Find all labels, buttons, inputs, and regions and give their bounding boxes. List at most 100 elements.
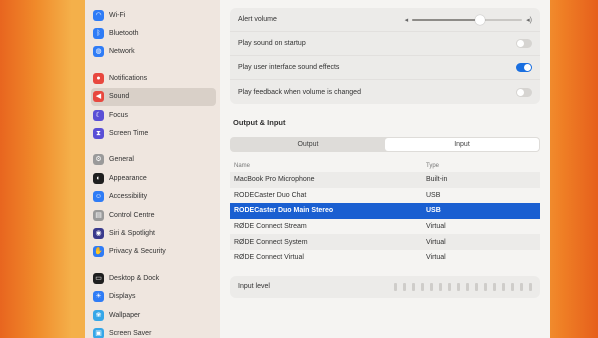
sidebar-item-accessibility[interactable]: ☺ Accessibility bbox=[91, 188, 216, 206]
feedback-row: Play feedback when volume is changed bbox=[230, 80, 540, 104]
device-type: Virtual bbox=[426, 223, 446, 231]
sidebar-item-general[interactable]: ⚙ General bbox=[91, 151, 216, 169]
sidebar-item-label: Wi-Fi bbox=[109, 11, 126, 19]
input-level-meter bbox=[394, 282, 532, 291]
sidebar-item-label: Accessibility bbox=[109, 193, 148, 201]
sidebar-item-label: Control Centre bbox=[109, 211, 155, 219]
play-startup-row: Play sound on startup bbox=[230, 32, 540, 56]
input-level-segment bbox=[448, 282, 451, 291]
accessibility-icon: ☺ bbox=[93, 191, 104, 203]
sidebar-item-label: Focus bbox=[109, 111, 129, 119]
sidebar-item-privacy-security[interactable]: ✋ Privacy & Security bbox=[91, 243, 216, 261]
wifi-icon: ◠ bbox=[93, 9, 104, 21]
sidebar-item-focus[interactable]: ☾ Focus bbox=[91, 106, 216, 124]
gear-icon: ⚙ bbox=[93, 154, 104, 166]
siri-icon: ◉ bbox=[93, 227, 104, 239]
sidebar-item-label: Privacy & Security bbox=[109, 248, 166, 256]
tab-input[interactable]: Input bbox=[385, 138, 539, 151]
device-name: RØDE Connect Virtual bbox=[234, 254, 304, 262]
alert-volume-knob[interactable] bbox=[475, 14, 486, 25]
sidebar-item-wi-fi[interactable]: ◠ Wi-Fi bbox=[91, 6, 216, 24]
table-row[interactable]: RODECaster Duo Main Stereo USB bbox=[230, 203, 540, 219]
alert-volume-row: Alert volume ◂ ◂) bbox=[230, 8, 540, 32]
sidebar: ◠ Wi-Fi ᛒ Bluetooth ◍ Network ● Notifications ◀ S… bbox=[85, 0, 220, 338]
focus-icon: ☾ bbox=[93, 109, 104, 121]
sidebar-item-label: Screen Time bbox=[109, 130, 149, 138]
sidebar-item-label: Wallpaper bbox=[109, 311, 141, 319]
sidebar-item-label: Network bbox=[109, 48, 135, 56]
ui-effects-row: Play user interface sound effects bbox=[230, 56, 540, 80]
feedback-toggle[interactable] bbox=[516, 87, 532, 97]
col-type-header[interactable]: Type bbox=[426, 163, 540, 169]
device-name: MacBook Pro Microphone bbox=[234, 176, 315, 184]
sidebar-item-control-centre[interactable]: ▤ Control Centre bbox=[91, 206, 216, 224]
input-level-segment bbox=[484, 282, 487, 291]
input-level-segment bbox=[421, 282, 424, 291]
sound-pane: Alert volume ◂ ◂) Play sound on startup … bbox=[220, 0, 550, 338]
device-type: USB bbox=[426, 207, 441, 215]
alert-volume-fill bbox=[412, 18, 481, 21]
speaker-high-icon: ◂) bbox=[526, 16, 532, 24]
ui-effects-label: Play user interface sound effects bbox=[238, 64, 340, 71]
sidebar-item-screen-time[interactable]: ⧗ Screen Time bbox=[91, 124, 216, 142]
sidebar-item-network[interactable]: ◍ Network bbox=[91, 43, 216, 61]
device-name: RODECaster Duo Main Stereo bbox=[234, 207, 334, 215]
device-type: Virtual bbox=[426, 254, 446, 262]
sidebar-item-label: Displays bbox=[109, 293, 136, 301]
desktop-dock-icon: ▭ bbox=[93, 272, 104, 284]
table-row[interactable]: RODECaster Duo Chat USB bbox=[230, 188, 540, 204]
hand-icon: ✋ bbox=[93, 246, 104, 258]
input-level-segment bbox=[529, 282, 532, 291]
sidebar-item-desktop-dock[interactable]: ▭ Desktop & Dock bbox=[91, 269, 216, 287]
sidebar-item-label: Bluetooth bbox=[109, 30, 139, 38]
sidebar-item-label: Appearance bbox=[109, 174, 147, 182]
play-startup-label: Play sound on startup bbox=[238, 40, 306, 47]
input-level-segment bbox=[439, 282, 442, 291]
sidebar-item-siri-spotlight[interactable]: ◉ Siri & Spotlight bbox=[91, 224, 216, 242]
sidebar-item-notifications[interactable]: ● Notifications bbox=[91, 69, 216, 87]
input-level-segment bbox=[475, 282, 478, 291]
input-level-segment bbox=[394, 282, 397, 291]
alert-volume-track[interactable] bbox=[412, 14, 523, 25]
table-row[interactable]: MacBook Pro Microphone Built-in bbox=[230, 172, 540, 188]
sidebar-item-label: Notifications bbox=[109, 74, 148, 82]
alert-volume-slider[interactable]: ◂ ◂) bbox=[405, 14, 532, 25]
device-type: Virtual bbox=[426, 238, 446, 246]
col-name-header[interactable]: Name bbox=[234, 163, 426, 169]
sidebar-item-label: Screen Saver bbox=[109, 329, 152, 337]
sidebar-item-displays[interactable]: ☀ Displays bbox=[91, 287, 216, 305]
notifications-icon: ● bbox=[93, 72, 104, 84]
table-row[interactable]: RØDE Connect Stream Virtual bbox=[230, 219, 540, 235]
device-rows: MacBook Pro Microphone Built-in RODECaster… bbox=[230, 172, 540, 266]
table-row[interactable]: RØDE Connect System Virtual bbox=[230, 234, 540, 250]
ui-effects-toggle[interactable] bbox=[516, 63, 532, 72]
feedback-label: Play feedback when volume is changed bbox=[238, 88, 361, 96]
sidebar-item-label: General bbox=[109, 156, 134, 164]
input-level-segment bbox=[520, 282, 523, 291]
sidebar-item-label: Sound bbox=[109, 93, 130, 101]
output-input-segmented-control: Output Input bbox=[230, 137, 540, 152]
sidebar-item-sound[interactable]: ◀ Sound bbox=[91, 87, 216, 106]
input-level-label: Input level bbox=[238, 283, 270, 291]
input-level-row: Input level bbox=[230, 275, 540, 298]
device-name: RODECaster Duo Chat bbox=[234, 191, 307, 199]
sidebar-item-wallpaper[interactable]: ❀ Wallpaper bbox=[91, 306, 216, 324]
sound-icon: ◀ bbox=[93, 91, 104, 103]
input-level-segment bbox=[511, 282, 514, 291]
table-row[interactable]: RØDE Connect Virtual Virtual bbox=[230, 250, 540, 266]
sidebar-item-screen-saver[interactable]: ▣ Screen Saver bbox=[91, 324, 216, 338]
input-level-segment bbox=[412, 282, 415, 291]
sidebar-item-label: Siri & Spotlight bbox=[109, 229, 155, 237]
sidebar-item-appearance[interactable]: ◐ Appearance bbox=[91, 169, 216, 187]
sidebar-item-bluetooth[interactable]: ᛒ Bluetooth bbox=[91, 24, 216, 42]
tab-output[interactable]: Output bbox=[231, 138, 385, 151]
device-name: RØDE Connect Stream bbox=[234, 223, 307, 231]
device-type: Built-in bbox=[426, 176, 448, 184]
play-startup-toggle[interactable] bbox=[516, 39, 532, 48]
wallpaper-icon: ❀ bbox=[93, 309, 104, 321]
device-table: Name Type MacBook Pro Microphone Built-in… bbox=[230, 160, 540, 266]
output-input-title: Output & Input bbox=[233, 118, 286, 127]
